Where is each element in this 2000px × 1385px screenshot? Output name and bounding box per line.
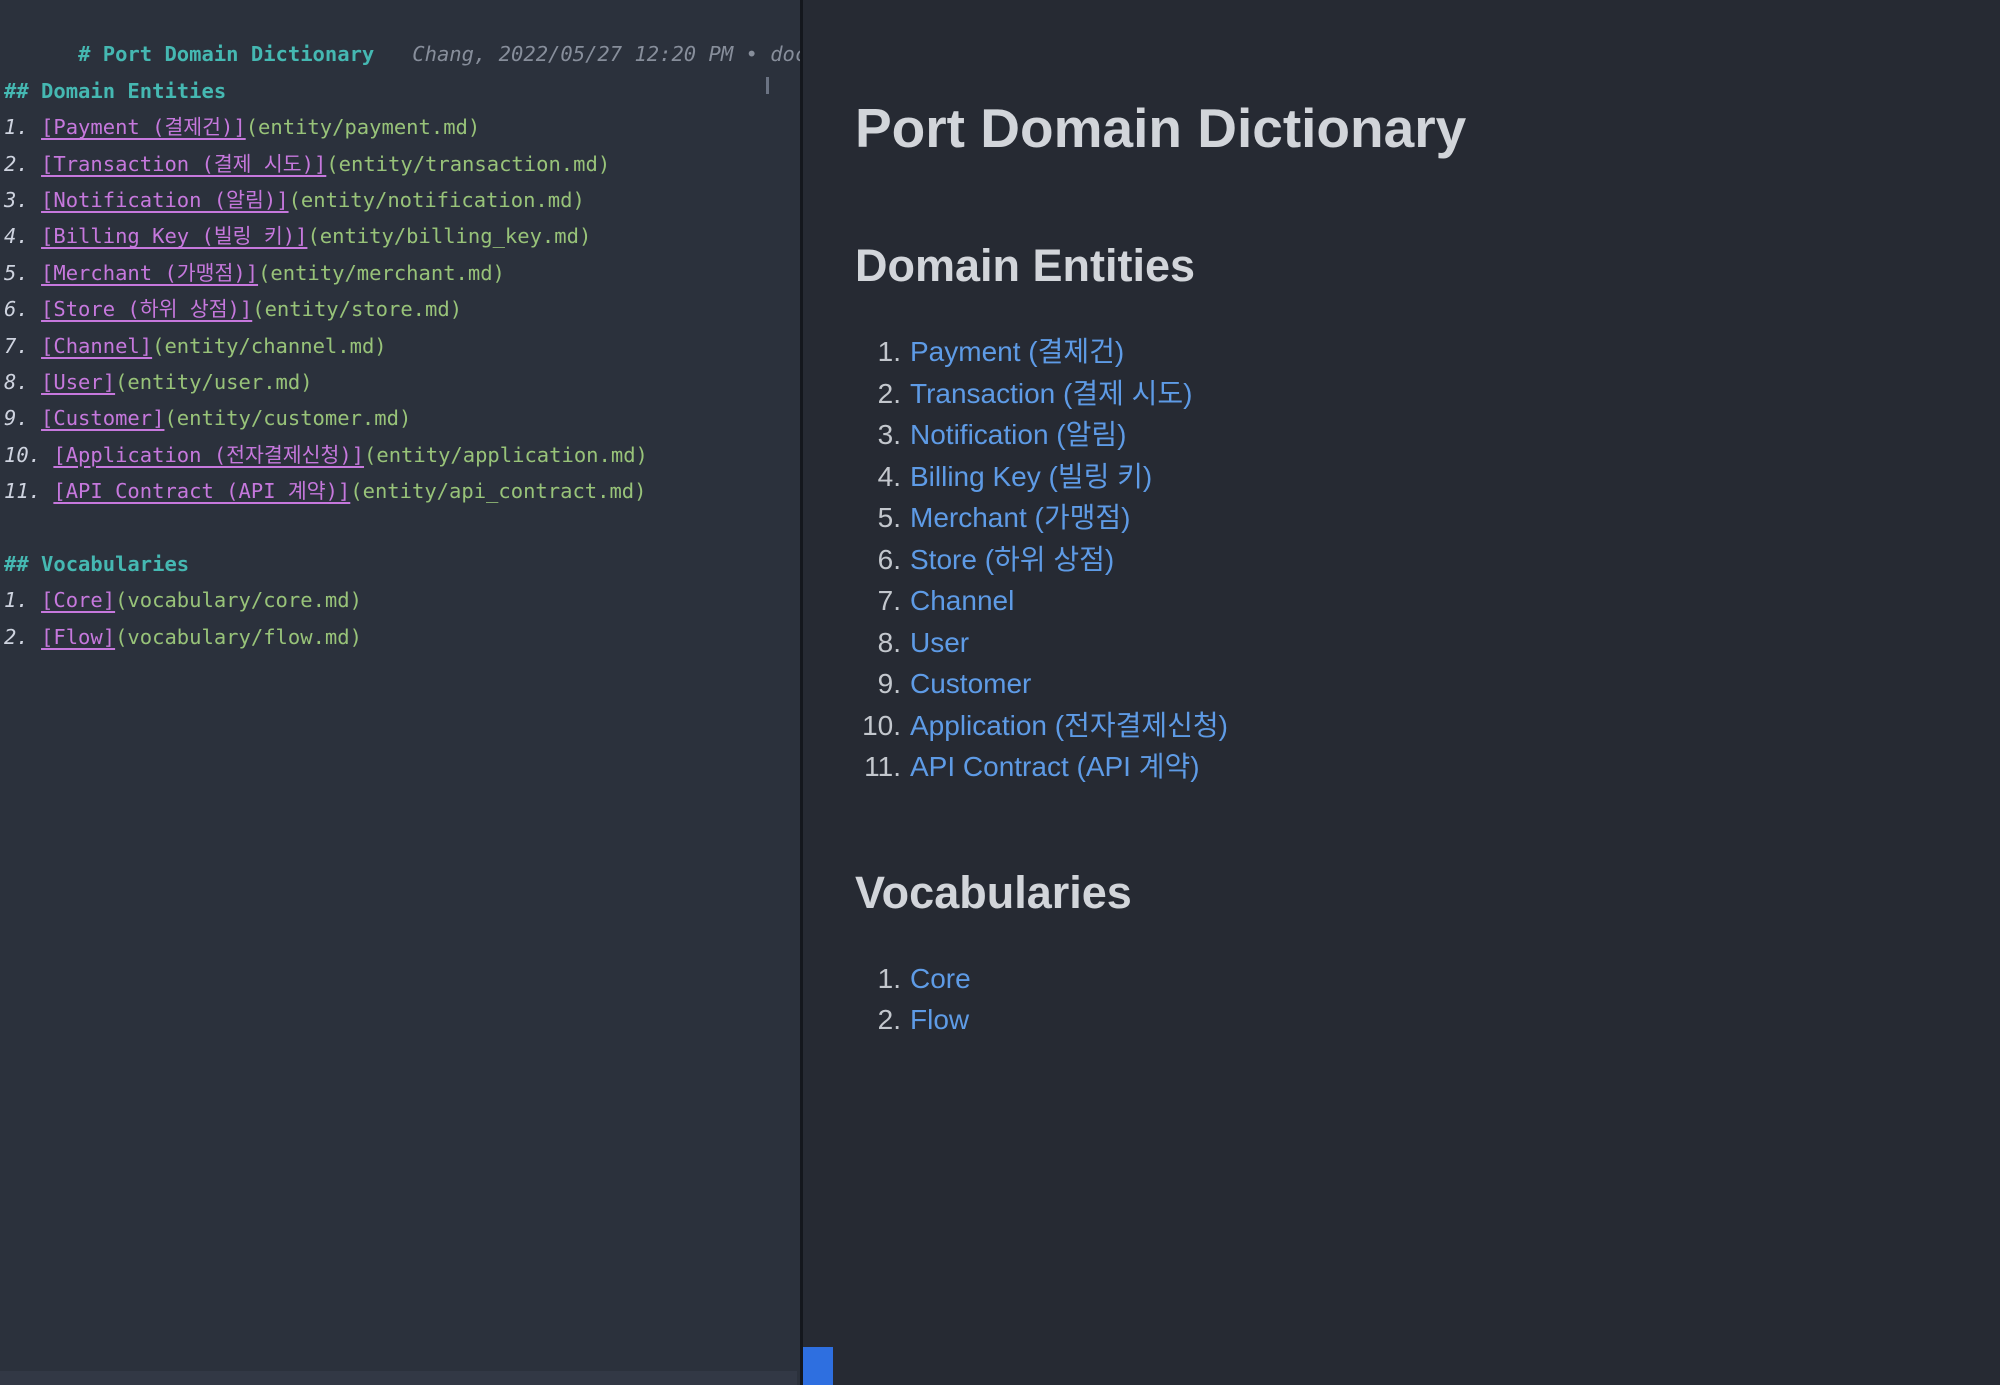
preview-link[interactable]: Channel [910,585,1014,616]
preview-link[interactable]: Flow [910,1004,969,1035]
editor-list-line: 10. [Application (전자결제신청)](entity/applic… [4,437,800,473]
editor-body: ## Domain Entities 1. [Payment (결제건)](ent… [4,36,800,655]
preview-list: Payment (결제건) Transaction (결제 시도) Notifica… [855,331,1960,788]
list-number: 2. [4,624,42,649]
preview-link[interactable]: Merchant (가맹점) [910,502,1130,533]
markdown-link[interactable]: [Store (하위 상점)] [41,297,252,321]
editor-list-line: 1. [Core](vocabulary/core.md) [4,582,800,618]
editor-heading-line: ## Domain Entities [4,73,800,109]
markdown-link[interactable]: [Billing Key (빌링 키)] [41,224,307,248]
preview-link[interactable]: Application (전자결제신청) [910,710,1228,741]
preview-link[interactable]: Store (하위 상점) [910,544,1114,575]
editor-list-line: 4. [Billing Key (빌링 키)](entity/billing_k… [4,218,800,254]
markdown-link[interactable]: [API Contract (API 계약)] [53,479,350,503]
editor-list-line: 8. [User](entity/user.md) [4,364,800,400]
markdown-url: (vocabulary/core.md) [115,588,362,613]
list-number: 9. [4,406,42,431]
list-number: 2. [4,151,42,176]
markdown-link[interactable]: [Merchant (가맹점)] [41,261,258,285]
markdown-h2-source: ## Vocabularies [4,551,190,576]
markdown-link[interactable]: [Payment (결제건)] [41,115,246,139]
text-cursor [766,77,769,94]
markdown-link[interactable]: [User] [41,370,115,394]
editor-list-line: 2. [Transaction (결제 시도)](entity/transact… [4,146,800,182]
list-number: 8. [4,369,42,394]
preview-body: Domain Entities Payment (결제건) Transaction … [855,239,1960,1041]
preview-list-item: Channel [855,580,1960,622]
markdown-url: (vocabulary/flow.md) [115,624,362,649]
document-meta-author-date: Chang, 2022/05/27 12:20 PM • docs: [412,42,800,67]
preview-list-item: Application (전자결제신청) [855,705,1960,747]
preview-page-title: Port Domain Dictionary [855,97,1467,159]
markdown-link[interactable]: [Channel] [41,334,152,358]
preview-list-item: Merchant (가맹점) [855,497,1960,539]
list-number: 3. [4,187,42,212]
markdown-link[interactable]: [Transaction (결제 시도)] [41,152,326,176]
markdown-link[interactable]: [Notification (알림)] [41,188,289,212]
preview-section-heading: Vocabularies [855,866,1132,918]
markdown-url: (entity/store.md) [252,297,463,322]
markdown-editor-pane[interactable]: # Port Domain Dictionary Chang, 2022/05/2… [0,0,800,1385]
preview-list-item: Store (하위 상점) [855,539,1960,581]
preview-link[interactable]: Customer [910,668,1031,699]
markdown-link[interactable]: [Core] [41,588,115,612]
editor-blank-line [4,509,800,545]
preview-list-item: Billing Key (빌링 키) [855,456,1960,498]
list-number: 4. [4,224,42,249]
list-number: 11. [4,479,54,504]
editor-list-line: 2. [Flow](vocabulary/flow.md) [4,619,800,655]
preview-link[interactable]: Transaction (결제 시도) [910,378,1193,409]
markdown-url: (entity/channel.md) [152,333,387,358]
list-number: 1. [4,115,42,140]
markdown-preview-pane: Port Domain Dictionary Domain Entities Pa… [803,0,2000,1385]
editor-heading-line: ## Vocabularies [4,546,800,582]
editor-list-line: 1. [Payment (결제건)](entity/payment.md) [4,109,800,145]
scroll-sync-indicator [803,1347,833,1385]
markdown-url: (entity/customer.md) [164,406,412,431]
markdown-link[interactable]: [Customer] [41,406,164,430]
preview-link[interactable]: Billing Key (빌링 키) [910,461,1152,492]
list-number: 6. [4,297,42,322]
horizontal-scrollbar[interactable] [0,1371,797,1385]
markdown-url: (entity/user.md) [115,369,313,394]
markdown-url: (entity/application.md) [364,442,648,467]
markdown-url: (entity/billing_key.md) [307,224,592,249]
markdown-url: (entity/notification.md) [288,187,585,212]
markdown-url: (entity/transaction.md) [326,151,611,176]
markdown-h2-source: ## Domain Entities [4,78,227,103]
list-number: 5. [4,260,42,285]
preview-link[interactable]: User [910,627,969,658]
editor-list-line: 11. [API Contract (API 계약)](entity/api_c… [4,473,800,509]
markdown-link[interactable]: [Flow] [41,625,115,649]
markdown-url: (entity/api_contract.md) [350,479,647,504]
preview-link[interactable]: Notification (알림) [910,419,1126,450]
editor-list-line: 3. [Notification (알림)](entity/notificati… [4,182,800,218]
preview-list-item: Customer [855,663,1960,705]
preview-list: Core Flow [855,958,1960,1041]
preview-link[interactable]: Core [910,963,971,994]
editor-list-line: 7. [Channel](entity/channel.md) [4,328,800,364]
editor-list-line: 5. [Merchant (가맹점)](entity/merchant.md) [4,255,800,291]
editor-list-line: 6. [Store (하위 상점)](entity/store.md) [4,291,800,327]
editor-title-line: # Port Domain Dictionary Chang, 2022/05/2… [4,0,800,66]
list-number: 7. [4,333,42,358]
preview-list-item: User [855,622,1960,664]
preview-list-item: Flow [855,999,1960,1041]
preview-list-item: Core [855,958,1960,1000]
editor-list-line: 9. [Customer](entity/customer.md) [4,400,800,436]
list-number: 10. [4,442,54,467]
markdown-url: (entity/merchant.md) [258,260,505,285]
preview-list-item: Transaction (결제 시도) [855,373,1960,415]
preview-list-item: Payment (결제건) [855,331,1960,373]
preview-link[interactable]: API Contract (API 계약) [910,751,1200,782]
preview-link[interactable]: Payment (결제건) [910,336,1124,367]
markdown-link[interactable]: [Application (전자결제신청)] [53,443,364,467]
preview-section-heading: Domain Entities [855,240,1196,291]
preview-list-item: Notification (알림) [855,414,1960,456]
markdown-h1-source: # Port Domain Dictionary [78,42,375,67]
list-number: 1. [4,588,42,613]
markdown-app-window: # Port Domain Dictionary Chang, 2022/05/2… [0,0,2000,1385]
markdown-url: (entity/payment.md) [245,115,481,140]
preview-list-item: API Contract (API 계약) [855,746,1960,788]
